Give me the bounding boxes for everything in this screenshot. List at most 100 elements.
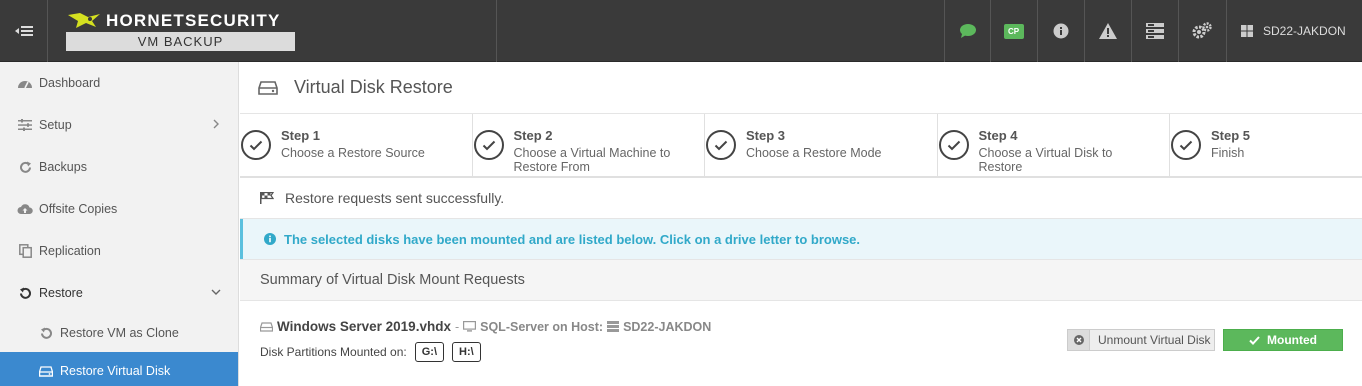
chevron-right-icon bbox=[213, 119, 219, 129]
user-menu[interactable]: SD22-JAKDON bbox=[1226, 0, 1362, 62]
topbar-divider bbox=[496, 0, 497, 62]
sidebar-item-dashboard[interactable]: Dashboard bbox=[0, 62, 238, 104]
hornet-logo-icon bbox=[68, 13, 100, 28]
chevron-down-icon bbox=[211, 289, 221, 295]
undo-icon bbox=[17, 285, 33, 301]
sidebar-item-offsite-copies[interactable]: Offsite Copies bbox=[0, 188, 238, 230]
monitor-icon bbox=[463, 321, 477, 332]
sidebar: Dashboard Setup Backups Offsite Copies R… bbox=[0, 62, 239, 386]
sidebar-toggle-button[interactable] bbox=[0, 0, 48, 62]
sidebar-item-replication[interactable]: Replication bbox=[0, 230, 238, 272]
server-button[interactable] bbox=[1131, 0, 1177, 62]
server-icon bbox=[607, 321, 620, 332]
summary-header: Summary of Virtual Disk Mount Requests bbox=[240, 259, 1362, 301]
wizard-step-1[interactable]: Step 1 Choose a Restore Source bbox=[240, 114, 473, 176]
check-icon bbox=[241, 130, 271, 160]
refresh-icon bbox=[17, 159, 33, 175]
disk-mount-row: Windows Server 2019.vhdx - SQL-Server on… bbox=[240, 301, 1362, 386]
disk-name: Windows Server 2019.vhdx bbox=[277, 319, 451, 334]
unmount-label: Unmount Virtual Disk bbox=[1098, 333, 1211, 347]
sidebar-item-restore-vm-as-clone[interactable]: Restore VM as Clone bbox=[0, 314, 238, 352]
wizard-step-3[interactable]: Step 3 Choose a Restore Mode bbox=[705, 114, 938, 176]
sidebar-toggle-icon bbox=[14, 26, 33, 36]
main-content: Virtual Disk Restore Step 1 Choose a Rest… bbox=[240, 62, 1362, 386]
step-title: Step 4 bbox=[978, 128, 1018, 143]
sidebar-item-restore[interactable]: Restore bbox=[0, 272, 238, 314]
dashboard-icon bbox=[17, 75, 33, 91]
sidebar-item-restore-virtual-disk[interactable]: Restore Virtual Disk bbox=[0, 352, 238, 386]
disk-icon bbox=[38, 363, 54, 379]
summary-title: Summary of Virtual Disk Mount Requests bbox=[260, 272, 525, 288]
sliders-icon bbox=[17, 117, 33, 133]
step-description: Choose a Restore Source bbox=[281, 146, 425, 160]
cp-icon: CP bbox=[1003, 23, 1024, 39]
info-circle-icon bbox=[264, 233, 276, 245]
sidebar-item-label: Backups bbox=[39, 160, 87, 174]
page-header: Virtual Disk Restore bbox=[240, 62, 1362, 114]
mounted-status-button[interactable]: Mounted bbox=[1223, 329, 1343, 351]
undo-icon bbox=[38, 325, 54, 341]
sidebar-item-label: Restore bbox=[39, 286, 83, 300]
wizard-step-2[interactable]: Step 2 Choose a Virtual Machine to Restor… bbox=[473, 114, 705, 176]
check-icon bbox=[473, 130, 504, 160]
check-icon bbox=[1171, 130, 1201, 160]
mounted-label: Mounted bbox=[1267, 333, 1317, 347]
logo-product-name: VM BACKUP bbox=[66, 32, 295, 51]
drive-letter-link[interactable]: H:\ bbox=[452, 342, 481, 362]
cp-label: CP bbox=[1007, 26, 1020, 36]
sidebar-item-label: Replication bbox=[39, 244, 101, 258]
check-icon bbox=[938, 130, 969, 160]
sidebar-item-label: Dashboard bbox=[39, 76, 101, 90]
check-icon bbox=[1249, 335, 1260, 345]
step-description: Choose a Restore Mode bbox=[746, 146, 882, 160]
status-text: Restore requests sent successfully. bbox=[285, 190, 505, 206]
step-title: Step 5 bbox=[1211, 128, 1251, 143]
alert-text: The selected disks have been mounted and… bbox=[284, 231, 861, 247]
unmount-virtual-disk-button[interactable]: Unmount Virtual Disk bbox=[1067, 329, 1215, 351]
wizard-step-4[interactable]: Step 4 Choose a Virtual Disk to Restore bbox=[938, 114, 1170, 176]
warning-icon bbox=[1098, 23, 1117, 39]
partitions-label: Disk Partitions Mounted on: bbox=[260, 345, 407, 359]
info-button[interactable] bbox=[1037, 0, 1083, 62]
top-bar: HORNETSECURITY VM BACKUP CP SD22-JAKDON bbox=[0, 0, 1362, 62]
cp-button[interactable]: CP bbox=[990, 0, 1036, 62]
wizard-steps: Step 1 Choose a Restore Source Step 2 Choo… bbox=[240, 114, 1362, 178]
user-name: SD22-JAKDON bbox=[1263, 24, 1346, 38]
sidebar-item-setup[interactable]: Setup bbox=[0, 104, 238, 146]
check-icon bbox=[706, 130, 736, 160]
drive-letter-link[interactable]: G:\ bbox=[414, 342, 445, 362]
sidebar-item-backups[interactable]: Backups bbox=[0, 146, 238, 188]
step-title: Step 3 bbox=[746, 128, 786, 143]
copy-icon bbox=[17, 243, 33, 259]
app-logo[interactable]: HORNETSECURITY VM BACKUP bbox=[66, 10, 295, 51]
vm-name: SQL-Server on Host: bbox=[480, 319, 604, 334]
sidebar-item-label: Offsite Copies bbox=[39, 202, 118, 216]
alerts-button[interactable] bbox=[1084, 0, 1130, 62]
step-title: Step 1 bbox=[281, 128, 321, 143]
chat-button[interactable] bbox=[944, 0, 990, 62]
chat-icon bbox=[959, 24, 976, 38]
settings-button[interactable] bbox=[1178, 0, 1224, 62]
sidebar-item-label: Setup bbox=[39, 118, 72, 132]
windows-icon bbox=[1241, 25, 1253, 37]
info-icon bbox=[1053, 23, 1068, 39]
sidebar-item-label: Restore VM as Clone bbox=[60, 326, 179, 340]
host-name: SD22-JAKDON bbox=[623, 319, 712, 334]
checkered-flag-icon bbox=[260, 192, 274, 204]
server-icon bbox=[1145, 23, 1164, 39]
wizard-step-5[interactable]: Step 5 Finish bbox=[1170, 114, 1362, 176]
disk-icon bbox=[260, 321, 273, 332]
settings-icon bbox=[1192, 22, 1212, 39]
step-description: Choose a Virtual Disk to Restore bbox=[978, 146, 1113, 174]
separator: - bbox=[454, 319, 460, 334]
logo-brand: HORNETSECURITY bbox=[66, 10, 281, 32]
sidebar-item-label: Restore Virtual Disk bbox=[60, 364, 171, 378]
disk-icon bbox=[258, 80, 278, 95]
page-title: Virtual Disk Restore bbox=[294, 77, 453, 97]
step-title: Step 2 bbox=[513, 128, 553, 143]
step-description: Choose a Virtual Machine to Restore From bbox=[513, 146, 671, 174]
step-description: Finish bbox=[1211, 146, 1245, 160]
close-circle-icon bbox=[1068, 330, 1090, 350]
cloud-upload-icon bbox=[17, 201, 33, 217]
logo-brand-text: HORNETSECURITY bbox=[106, 11, 281, 30]
